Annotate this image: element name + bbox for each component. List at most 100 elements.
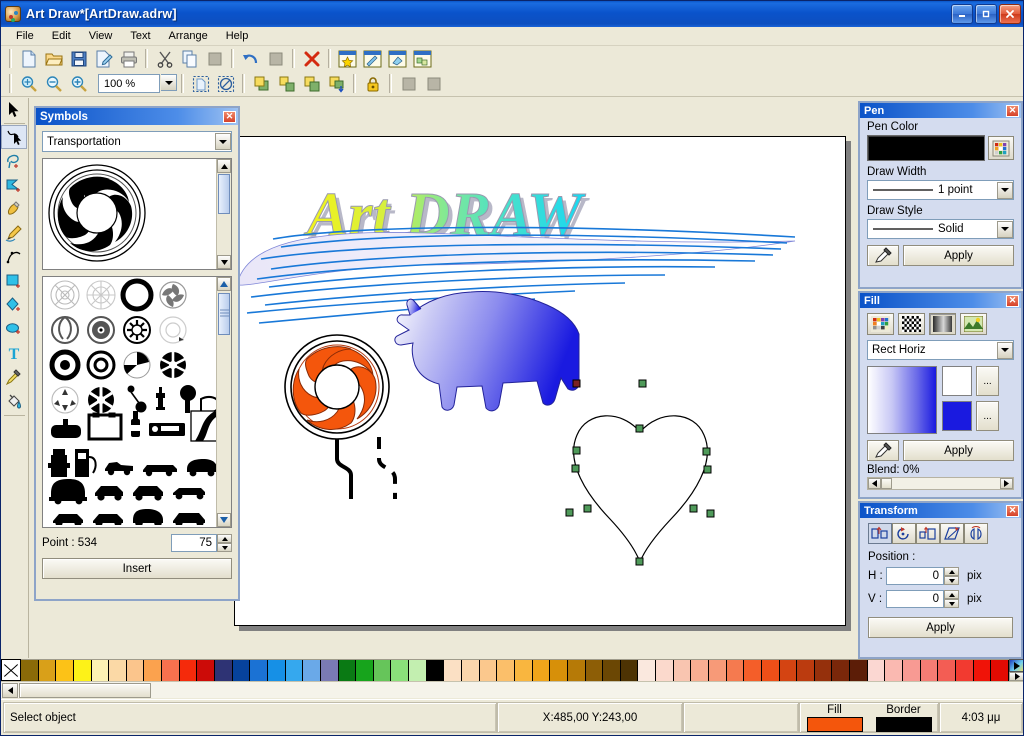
- color-swatch[interactable]: [444, 660, 463, 681]
- preview-scrollbar[interactable]: [216, 159, 231, 269]
- save-as-icon[interactable]: [92, 48, 115, 70]
- menu-view[interactable]: View: [80, 28, 122, 44]
- color-swatch[interactable]: [814, 660, 833, 681]
- copy-icon[interactable]: [178, 48, 201, 70]
- pen-panel-icon[interactable]: [361, 48, 384, 70]
- symbol-size-input[interactable]: 75: [171, 534, 217, 552]
- undo-icon[interactable]: [239, 48, 262, 70]
- color-swatch[interactable]: [779, 660, 798, 681]
- gradient-start-more-button[interactable]: ...: [976, 366, 999, 396]
- new-file-icon[interactable]: [17, 48, 40, 70]
- pencil-tool[interactable]: [1, 197, 27, 221]
- color-swatch[interactable]: [673, 660, 692, 681]
- close-icon[interactable]: ✕: [223, 110, 236, 123]
- lock-icon[interactable]: [361, 73, 384, 95]
- color-swatch[interactable]: [532, 660, 551, 681]
- fill-eyedropper-button[interactable]: [867, 440, 899, 461]
- maximize-button[interactable]: [975, 4, 997, 24]
- color-swatch[interactable]: [232, 660, 251, 681]
- color-swatch[interactable]: [56, 660, 74, 681]
- save-icon[interactable]: [67, 48, 90, 70]
- color-swatch[interactable]: [373, 660, 392, 681]
- polygon-tool[interactable]: [1, 293, 27, 317]
- color-swatch[interactable]: [144, 660, 163, 681]
- color-swatch[interactable]: [320, 660, 339, 681]
- transform-apply-button[interactable]: Apply: [868, 617, 1013, 638]
- zoom-value[interactable]: 100 %: [98, 74, 160, 93]
- color-swatch[interactable]: [708, 660, 727, 681]
- text-tool[interactable]: T: [1, 341, 27, 365]
- color-swatch[interactable]: [426, 660, 445, 681]
- chevron-down-icon[interactable]: [997, 181, 1013, 199]
- stepper-up-icon[interactable]: [944, 567, 959, 576]
- palette-more-colors-icon[interactable]: [1009, 659, 1023, 672]
- position-v-input[interactable]: 0: [886, 590, 944, 608]
- color-swatch[interactable]: [21, 660, 39, 681]
- gradient-end-more-button[interactable]: ...: [976, 401, 999, 431]
- zoom-out-icon[interactable]: [42, 73, 65, 95]
- color-swatch[interactable]: [585, 660, 604, 681]
- color-swatch[interactable]: [726, 660, 745, 681]
- color-swatch[interactable]: [885, 660, 904, 681]
- polygon-select-tool[interactable]: [1, 173, 27, 197]
- color-swatch[interactable]: [656, 660, 674, 681]
- blend-slider-thumb[interactable]: [881, 478, 892, 489]
- gradient-fill-icon[interactable]: [929, 313, 956, 335]
- texture-fill-icon[interactable]: [960, 313, 987, 335]
- pen-panel[interactable]: Pen ✕ Pen Color Draw Width 1 point Draw …: [858, 101, 1023, 289]
- color-swatch[interactable]: [638, 660, 657, 681]
- color-swatch[interactable]: [973, 660, 992, 681]
- fill-indicator-swatch[interactable]: [806, 717, 863, 732]
- position-h-stepper[interactable]: [944, 567, 959, 585]
- rotate-transform-icon[interactable]: [892, 523, 916, 544]
- drawing-page[interactable]: Art DRAW Art DRAW: [234, 136, 846, 626]
- color-swatch[interactable]: [938, 660, 956, 681]
- color-swatch[interactable]: [867, 660, 886, 681]
- color-swatch[interactable]: [303, 660, 321, 681]
- color-swatch[interactable]: [109, 660, 127, 681]
- stepper-down-icon[interactable]: [944, 599, 959, 608]
- transform-panel-icon[interactable]: [411, 48, 434, 70]
- pen-apply-button[interactable]: Apply: [903, 245, 1014, 266]
- fill-apply-button[interactable]: Apply: [903, 440, 1014, 461]
- insert-button[interactable]: Insert: [42, 558, 232, 579]
- gradient-start-color-swatch[interactable]: [942, 366, 972, 396]
- group-icon[interactable]: [397, 73, 420, 95]
- color-swatch[interactable]: [215, 660, 233, 681]
- symbols-panel-icon[interactable]: [336, 48, 359, 70]
- stepper-up-icon[interactable]: [944, 590, 959, 599]
- palette-scroll-right-icon[interactable]: [1009, 672, 1023, 681]
- transform-panel[interactable]: Transform ✕ Position: H: 0 pix V: 0 p…: [858, 501, 1023, 659]
- delete-x-icon[interactable]: [300, 48, 323, 70]
- color-swatch[interactable]: [126, 660, 145, 681]
- zoom-fit-icon[interactable]: [17, 73, 40, 95]
- menu-edit[interactable]: Edit: [43, 28, 80, 44]
- select-tool[interactable]: [1, 98, 27, 122]
- color-swatch[interactable]: [73, 660, 92, 681]
- color-swatch[interactable]: [620, 660, 639, 681]
- color-swatch[interactable]: [391, 660, 410, 681]
- color-swatch[interactable]: [797, 660, 815, 681]
- draw-width-select[interactable]: 1 point: [867, 180, 1014, 200]
- scroll-up-icon[interactable]: [217, 277, 231, 291]
- color-swatch[interactable]: [850, 660, 868, 681]
- color-swatch[interactable]: [691, 660, 709, 681]
- color-swatch[interactable]: [903, 660, 921, 681]
- minimize-button[interactable]: [951, 4, 973, 24]
- color-swatch[interactable]: [955, 660, 974, 681]
- pen-tool[interactable]: [1, 221, 27, 245]
- position-h-input[interactable]: 0: [886, 567, 944, 585]
- color-swatch[interactable]: [761, 660, 780, 681]
- blend-slider[interactable]: [867, 477, 1014, 490]
- curve-tool[interactable]: [1, 245, 27, 269]
- bring-to-front-icon[interactable]: [250, 73, 273, 95]
- stepper-down-icon[interactable]: [944, 576, 959, 585]
- color-swatch[interactable]: [744, 660, 762, 681]
- pattern-fill-icon[interactable]: [898, 313, 925, 335]
- menu-help[interactable]: Help: [217, 28, 258, 44]
- close-button[interactable]: [999, 4, 1021, 24]
- color-swatch[interactable]: [356, 660, 374, 681]
- ungroup-icon[interactable]: [422, 73, 445, 95]
- scroll-up-icon[interactable]: [217, 159, 231, 173]
- fill-panel[interactable]: Fill ✕ Rect Horiz ... ... Apply Blend: 0…: [858, 291, 1023, 499]
